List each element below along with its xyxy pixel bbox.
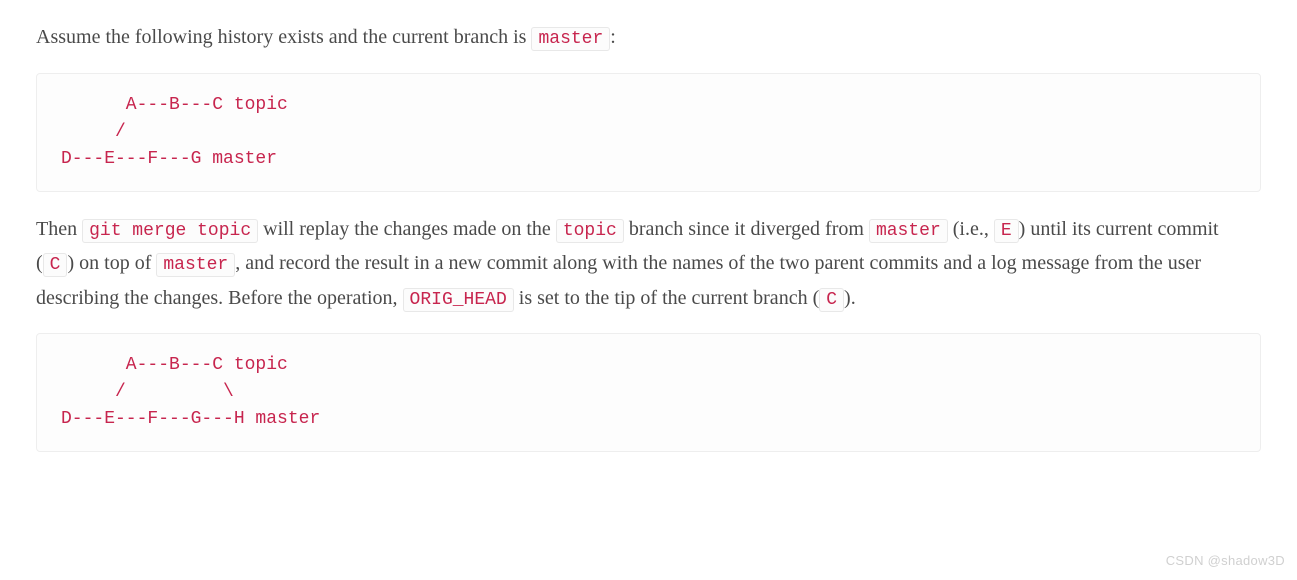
intro-text-2: : (610, 26, 616, 48)
watermark: CSDN @shadow3D (1166, 550, 1285, 572)
p2-text-8: is set to the tip of the current branch … (514, 287, 819, 309)
code-topic: topic (556, 219, 624, 243)
git-diagram-after: A---B---C topic / \ D---E---F---G---H ma… (36, 333, 1261, 452)
p2-text-9: ). (844, 287, 856, 309)
p2-text-4: (i.e., (948, 218, 994, 240)
intro-text-1: Assume the following history exists and … (36, 26, 531, 48)
code-master-3: master (156, 253, 235, 277)
code-master-1: master (531, 27, 610, 51)
git-diagram-before: A---B---C topic / D---E---F---G master (36, 73, 1261, 192)
p2-text-1: Then (36, 218, 82, 240)
p2-text-3: branch since it diverged from (624, 218, 869, 240)
code-orig-head: ORIG_HEAD (403, 288, 514, 312)
intro-paragraph: Assume the following history exists and … (36, 20, 1261, 55)
code-git-merge-topic: git merge topic (82, 219, 258, 243)
code-commit-e: E (994, 219, 1019, 243)
p2-text-6: ) on top of (67, 252, 156, 274)
code-commit-c-1: C (43, 253, 68, 277)
explanation-paragraph: Then git merge topic will replay the cha… (36, 212, 1261, 316)
code-commit-c-2: C (819, 288, 844, 312)
code-master-2: master (869, 219, 948, 243)
p2-text-2: will replay the changes made on the (258, 218, 556, 240)
